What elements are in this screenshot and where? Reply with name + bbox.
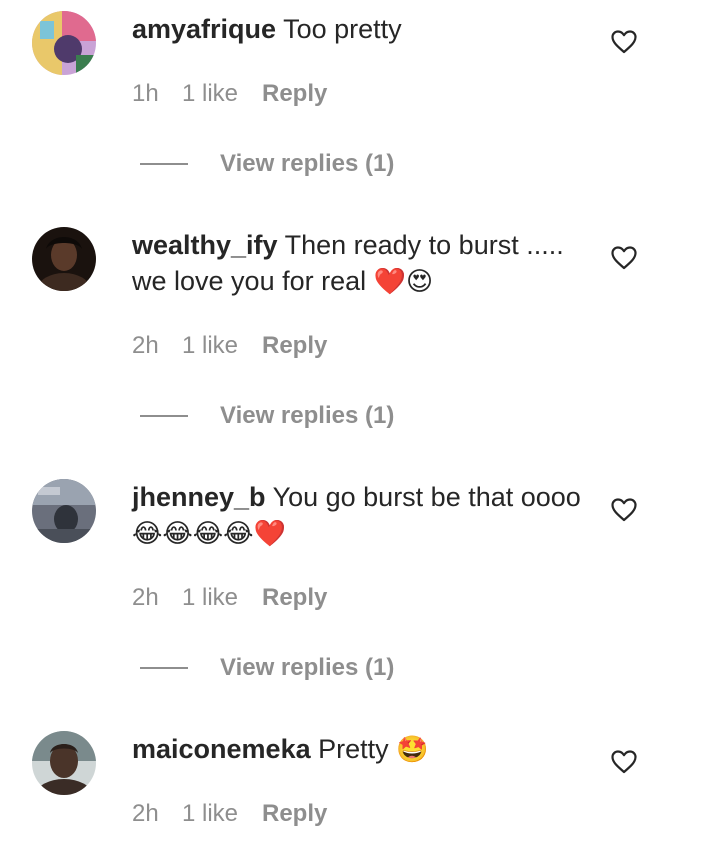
replies-divider bbox=[140, 163, 188, 165]
reply-button[interactable]: Reply bbox=[262, 79, 327, 109]
comment-time: 2h bbox=[132, 332, 159, 359]
comment-username[interactable]: jhenney_b bbox=[132, 482, 266, 512]
comment-likes[interactable]: 1 like bbox=[182, 799, 262, 829]
reply-button[interactable]: Reply bbox=[262, 799, 327, 829]
like-heart-icon[interactable] bbox=[611, 30, 637, 54]
like-heart-icon[interactable] bbox=[611, 750, 637, 774]
replies-divider bbox=[140, 667, 188, 669]
comment-meta: 2h 1 like Reply bbox=[132, 331, 327, 361]
view-replies-label: View replies (1) bbox=[220, 402, 395, 429]
view-replies-label: View replies (1) bbox=[220, 654, 395, 681]
comment-meta: 2h 1 like Reply bbox=[132, 583, 327, 613]
like-heart-icon[interactable] bbox=[611, 498, 637, 522]
comment-time: 1h bbox=[132, 80, 159, 107]
avatar[interactable] bbox=[32, 479, 96, 543]
comment-time: 2h bbox=[132, 584, 159, 611]
view-replies-button[interactable]: View replies (1) bbox=[140, 149, 394, 179]
comment-username[interactable]: maiconemeka bbox=[132, 734, 311, 764]
comment-likes[interactable]: 1 like bbox=[182, 331, 262, 361]
comment-emoji: 😂😂😂😂❤️ bbox=[132, 519, 286, 549]
comment-body: Too pretty bbox=[283, 14, 402, 44]
comment-time: 2h bbox=[132, 800, 159, 827]
reply-button[interactable]: Reply bbox=[262, 331, 327, 361]
view-replies-label: View replies (1) bbox=[220, 150, 395, 177]
comment-username[interactable]: wealthy_ify bbox=[132, 230, 278, 260]
comment-emoji: 🤩 bbox=[396, 735, 429, 765]
comment-meta: 1h 1 like Reply bbox=[132, 79, 327, 109]
like-heart-icon[interactable] bbox=[611, 246, 637, 270]
comment-text: amyafrique Too pretty bbox=[132, 11, 582, 47]
avatar[interactable] bbox=[32, 227, 96, 291]
comment-body: You go burst be that oooo bbox=[272, 482, 581, 512]
comment-likes[interactable]: 1 like bbox=[182, 79, 262, 109]
reply-button[interactable]: Reply bbox=[262, 583, 327, 613]
replies-divider bbox=[140, 415, 188, 417]
comment-username[interactable]: amyafrique bbox=[132, 14, 276, 44]
view-replies-button[interactable]: View replies (1) bbox=[140, 401, 394, 431]
comment-emoji: ❤️😍 bbox=[373, 267, 434, 297]
comment-likes[interactable]: 1 like bbox=[182, 583, 262, 613]
comment-text: maiconemeka Pretty 🤩 bbox=[132, 731, 582, 768]
comment-text: jhenney_b You go burst be that oooo 😂😂😂😂❤… bbox=[132, 479, 582, 552]
comment-meta: 2h 1 like Reply bbox=[132, 799, 327, 829]
comment-body: Pretty bbox=[318, 734, 389, 764]
avatar[interactable] bbox=[32, 11, 96, 75]
comment-text: wealthy_ify Then ready to burst ..... we… bbox=[132, 227, 582, 300]
avatar[interactable] bbox=[32, 731, 96, 795]
view-replies-button[interactable]: View replies (1) bbox=[140, 653, 394, 683]
